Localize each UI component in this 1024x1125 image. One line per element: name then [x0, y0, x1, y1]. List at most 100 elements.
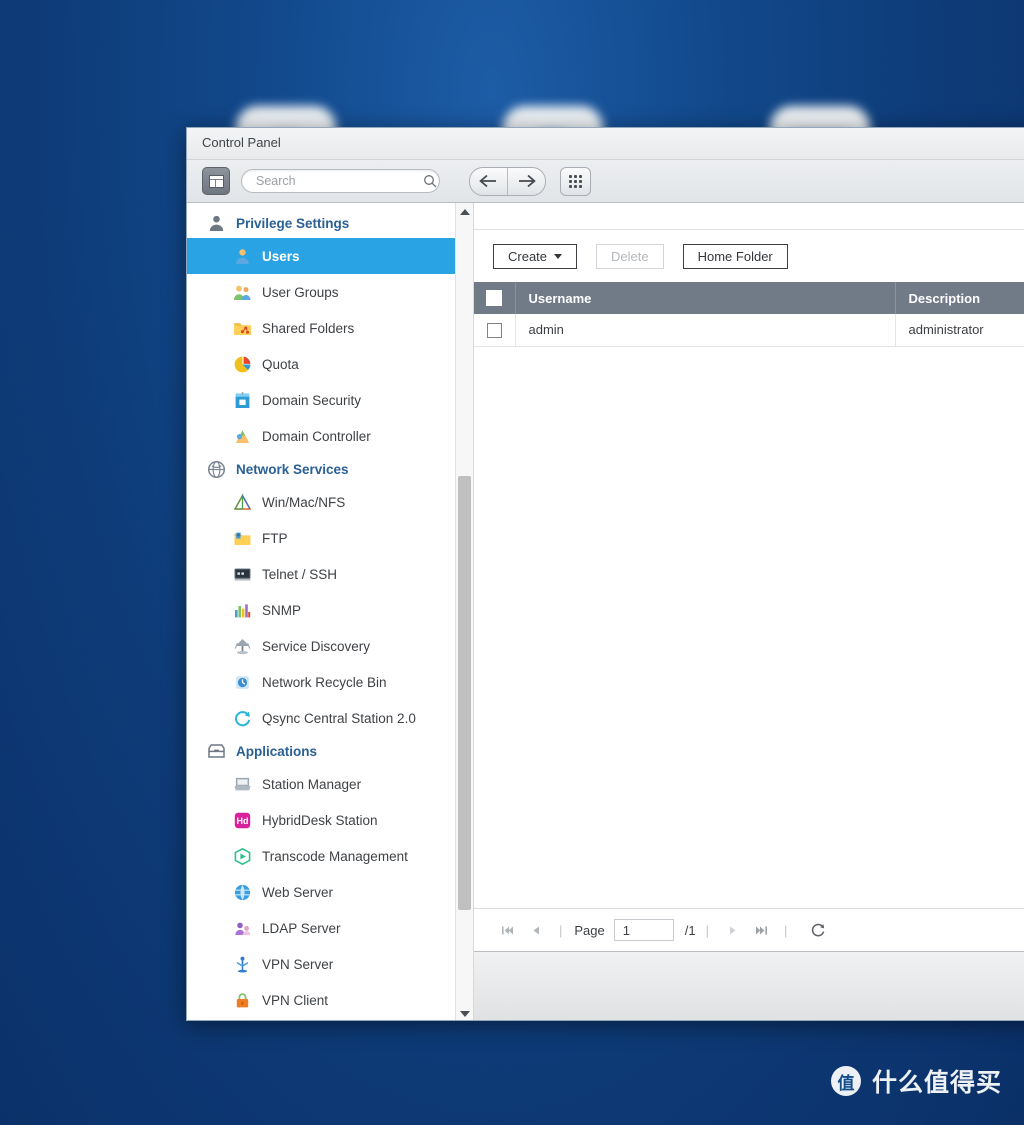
scroll-down-arrow-icon[interactable]	[456, 1005, 473, 1020]
sidebar-item-station-manager[interactable]: Station Manager	[187, 766, 473, 802]
next-page-button[interactable]	[719, 917, 745, 943]
domain-controller-icon	[233, 427, 252, 446]
sidebar-scrollbar[interactable]	[455, 203, 473, 1020]
first-page-button[interactable]	[494, 917, 520, 943]
create-button-label: Create	[508, 248, 548, 264]
sidebar-item-label: User Groups	[262, 284, 339, 300]
select-all-checkbox[interactable]	[486, 290, 503, 307]
window-footer-bar	[474, 951, 1024, 1020]
navigation-buttons	[469, 166, 546, 196]
sidebar-section-applications[interactable]: Applications	[187, 736, 473, 766]
sidebar-item-label: SNMP	[262, 602, 302, 618]
page-number-input[interactable]	[613, 919, 674, 941]
sidebar-list: Privilege Settings Users User Groups Shared…	[187, 203, 473, 1018]
globe-icon	[207, 460, 226, 479]
search-box[interactable]	[241, 169, 440, 193]
bar-chart-icon	[233, 601, 252, 620]
forward-button[interactable]	[507, 167, 545, 195]
sidebar-item-label: LDAP Server	[262, 920, 341, 936]
sidebar-item-label: Quota	[262, 356, 299, 372]
sidebar-item-snmp[interactable]: SNMP	[187, 592, 473, 628]
shared-folder-icon	[233, 319, 252, 338]
back-button[interactable]	[470, 168, 507, 195]
prev-page-button[interactable]	[523, 917, 549, 943]
sidebar-item-label: Win/Mac/NFS	[262, 494, 346, 510]
sidebar-item-network-recycle-bin[interactable]: Network Recycle Bin	[187, 664, 473, 700]
table-row[interactable]: admin administrator	[474, 314, 1024, 347]
users-table-body: admin administrator	[474, 314, 1024, 347]
scrollbar-thumb[interactable]	[458, 476, 471, 910]
column-header-username[interactable]: Username	[515, 282, 896, 314]
last-page-button[interactable]	[748, 917, 774, 943]
web-server-globe-icon	[233, 883, 252, 902]
sidebar-item-qsync-central-station[interactable]: Qsync Central Station 2.0	[187, 700, 473, 736]
sidebar-item-label: VPN Server	[262, 956, 334, 972]
sidebar-item-label: Telnet / SSH	[262, 566, 338, 582]
panel-toggle-icon[interactable]	[202, 167, 230, 195]
watermark-logo-icon: 值	[830, 1066, 861, 1096]
home-folder-button[interactable]: Home Folder	[682, 243, 788, 269]
sidebar-section-privilege-settings[interactable]: Privilege Settings	[187, 208, 473, 238]
sidebar-item-vpn-server[interactable]: VPN Server	[187, 946, 473, 982]
sidebar-item-label: Network Recycle Bin	[262, 674, 387, 690]
delete-button[interactable]: Delete	[596, 243, 664, 269]
search-input[interactable]	[242, 174, 423, 188]
refresh-icon[interactable]	[805, 917, 831, 943]
grid-empty-area	[474, 346, 1024, 908]
sidebar-item-label: Domain Security	[262, 392, 362, 408]
sidebar-item-ftp[interactable]: FTP	[187, 520, 473, 556]
sidebar-item-quota[interactable]: Quota	[187, 346, 473, 382]
pagination-bar: | Page /1 | |	[474, 908, 1024, 951]
sidebar-item-user-groups[interactable]: User Groups	[187, 274, 473, 310]
create-button[interactable]: Create	[493, 243, 578, 269]
control-panel-window: Control Panel Search Privilege Settings …	[186, 127, 1024, 1021]
sidebar-item-vpn-client[interactable]: VPN Client	[187, 982, 473, 1018]
apps-grid-icon[interactable]	[560, 166, 591, 196]
users-table-head: Username Description	[474, 282, 1024, 314]
sidebar-item-label: Shared Folders	[262, 320, 355, 336]
page-total-label: /1	[684, 922, 696, 938]
action-toolbar: Create Delete Home Folder	[474, 230, 1024, 282]
select-all-header[interactable]	[474, 282, 516, 314]
sidebar-item-users[interactable]: Users	[187, 238, 473, 274]
sidebar-section-label: Privilege Settings	[236, 215, 350, 231]
domain-security-icon	[233, 391, 252, 410]
sidebar-item-domain-security[interactable]: Domain Security	[187, 382, 473, 418]
users-table: Username Description admin administrator	[474, 282, 1024, 347]
vpn-server-icon	[233, 955, 252, 974]
cell-description: administrator	[895, 314, 1024, 347]
sidebar-item-service-discovery[interactable]: Service Discovery	[187, 628, 473, 664]
column-header-description[interactable]: Description	[895, 282, 1024, 314]
sidebar-item-hybriddesk-station[interactable]: Hd HybridDesk Station	[187, 802, 473, 838]
sidebar-item-label: VPN Client	[262, 992, 329, 1008]
sidebar-section-label: Network Services	[236, 461, 349, 477]
sidebar-item-label: Domain Controller	[262, 428, 371, 444]
content-panel: Create Delete Home Folder Username Descr…	[474, 203, 1024, 1020]
row-select-cell[interactable]	[474, 314, 516, 347]
sidebar-section-network-services[interactable]: Network Services	[187, 454, 473, 484]
app-box-icon	[207, 742, 226, 761]
sidebar-item-domain-controller[interactable]: Domain Controller	[187, 418, 473, 454]
window-titlebar: Control Panel	[187, 128, 1024, 160]
transcode-icon	[233, 847, 252, 866]
vpn-client-lock-icon	[233, 991, 252, 1010]
sidebar-item-telnet-ssh[interactable]: Telnet / SSH	[187, 556, 473, 592]
content-top-strip	[474, 203, 1024, 230]
sidebar-item-ldap-server[interactable]: LDAP Server	[187, 910, 473, 946]
sidebar-item-web-server[interactable]: Web Server	[187, 874, 473, 910]
sidebar-item-transcode-management[interactable]: Transcode Management	[187, 838, 473, 874]
sidebar-item-label: Service Discovery	[262, 638, 371, 654]
terminal-icon	[233, 565, 252, 584]
row-checkbox[interactable]	[486, 322, 502, 338]
scroll-up-arrow-icon[interactable]	[456, 203, 473, 220]
sidebar-item-shared-folders[interactable]: Shared Folders	[187, 310, 473, 346]
pager-divider-1: |	[559, 922, 563, 938]
table-header-row: Username Description	[474, 282, 1024, 314]
window-toolbar	[187, 160, 1024, 203]
sidebar: Privilege Settings Users User Groups Shared…	[187, 203, 474, 1020]
search-icon[interactable]	[423, 171, 437, 191]
sidebar-item-label: HybridDesk Station	[262, 812, 378, 828]
sidebar-item-win-mac-nfs[interactable]: Win/Mac/NFS	[187, 484, 473, 520]
sidebar-item-label: Transcode Management	[262, 848, 408, 864]
user-icon	[233, 247, 252, 266]
